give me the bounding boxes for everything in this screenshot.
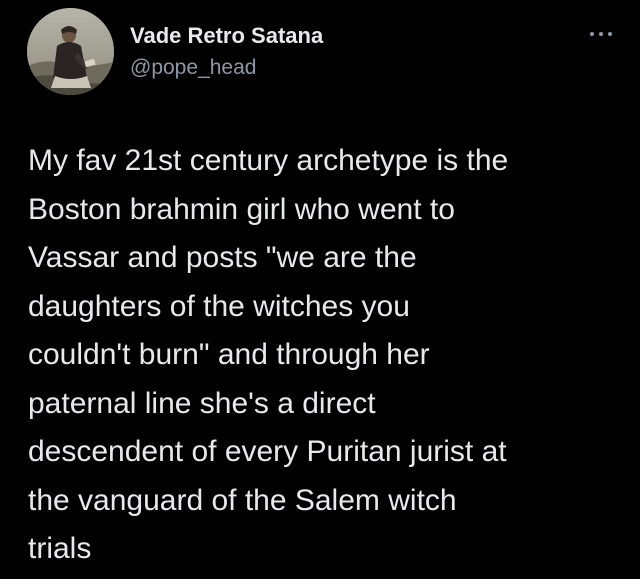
avatar-portrait-icon xyxy=(27,8,114,95)
author-display-name[interactable]: Vade Retro Satana xyxy=(130,23,323,49)
tweet-text-line: Boston brahmin girl who went to xyxy=(28,192,455,226)
tweet-text-line: Vassar and posts "we are the xyxy=(28,241,417,274)
tweet-text-line: trials xyxy=(28,532,92,565)
author-handle[interactable]: @pope_head xyxy=(130,56,256,80)
tweet-text-line: descendent of every Puritan jurist at xyxy=(28,435,507,468)
tweet-text: My fav 21st century archetype is the Bos… xyxy=(28,137,628,574)
tweet-text-line: the vanguard of the Salem witch xyxy=(28,483,457,517)
avatar[interactable] xyxy=(27,8,114,95)
tweet-text-line: daughters of the witches you xyxy=(28,289,410,323)
tweet-text-line: couldn't burn" and through her xyxy=(28,338,430,371)
more-options-icon[interactable] xyxy=(586,24,616,44)
tweet-card: Vade Retro Satana @pope_head My fav 21st… xyxy=(0,0,640,579)
tweet-text-line: My fav 21st century archetype is the xyxy=(28,144,509,177)
tweet-text-line: paternal line she's a direct xyxy=(28,386,376,420)
